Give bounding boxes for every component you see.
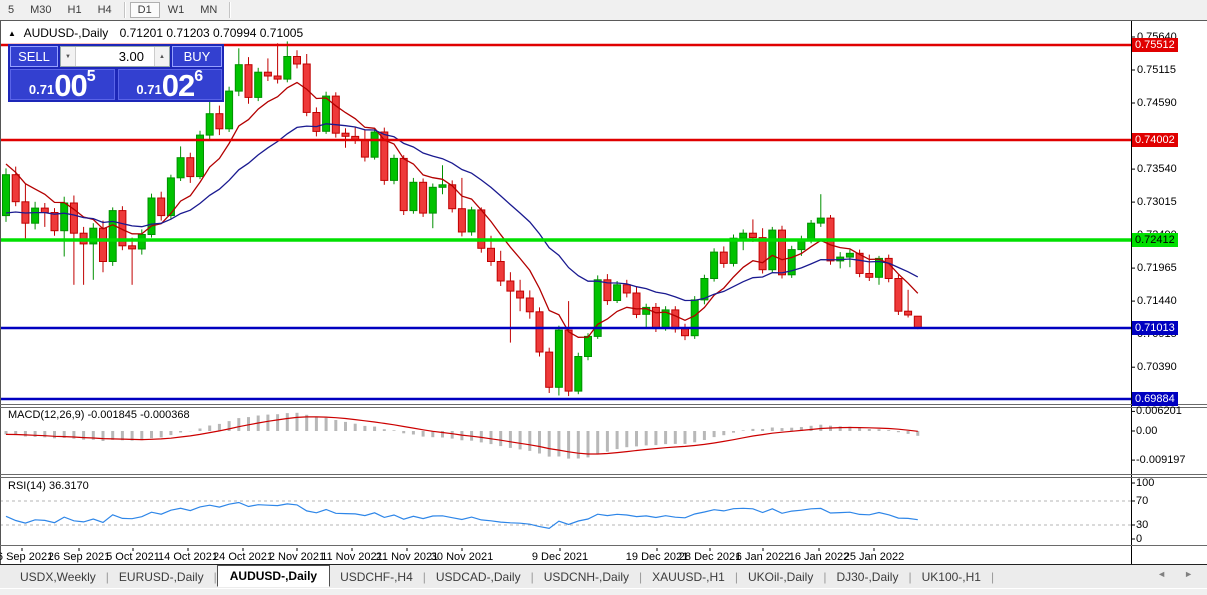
timeframe-button-mn[interactable]: MN bbox=[192, 2, 225, 18]
tab-eurusd-daily[interactable]: EURUSD-,Daily bbox=[109, 567, 214, 587]
chart-ohlc-values: 0.71201 0.71203 0.70994 0.71005 bbox=[119, 26, 304, 40]
timeframe-button-5[interactable]: 5 bbox=[0, 2, 22, 18]
volume-input[interactable]: 3.00 bbox=[76, 47, 154, 66]
chevron-down-icon: ▼ bbox=[65, 53, 71, 60]
macd-indicator-label: MACD(12,26,9) -0.001845 -0.000368 bbox=[8, 409, 190, 421]
tab-uk100-h1[interactable]: UK100-,H1 bbox=[912, 567, 991, 587]
tab-usdchf-h4[interactable]: USDCHF-,H4 bbox=[330, 567, 423, 587]
buy-button[interactable]: BUY bbox=[172, 46, 222, 67]
symbol-tabs: USDX,Weekly | EURUSD-,Daily | AUDUSD-,Daily U… bbox=[0, 564, 995, 588]
collapse-panel-arrow-icon[interactable]: ▲ bbox=[8, 29, 16, 38]
buy-price-big: 02 bbox=[161, 68, 195, 103]
chart-symbol-period: AUDUSD-,Daily bbox=[23, 26, 109, 40]
tab-usdx-weekly[interactable]: USDX,Weekly bbox=[10, 567, 106, 587]
tab-usdcnh-daily[interactable]: USDCNH-,Daily bbox=[534, 567, 639, 587]
buy-price-small: 0.71 bbox=[136, 82, 162, 97]
symbol-tab-bar: USDX,Weekly | EURUSD-,Daily | AUDUSD-,Daily U… bbox=[0, 564, 1207, 588]
timeframe-button-h4[interactable]: H4 bbox=[90, 2, 120, 18]
tab-audusd-daily[interactable]: AUDUSD-,Daily bbox=[216, 564, 331, 587]
toolbar-separator bbox=[229, 2, 232, 18]
timeframe-button-h1[interactable]: H1 bbox=[60, 2, 90, 18]
sell-price-display[interactable]: 0.71 00 5 bbox=[10, 68, 115, 103]
toolbar-separator bbox=[123, 2, 126, 18]
volume-increase-button[interactable]: ▲ bbox=[154, 47, 169, 66]
sell-price-small: 0.71 bbox=[28, 82, 55, 97]
chevron-up-icon: ▲ bbox=[159, 53, 165, 60]
sell-button[interactable]: SELL bbox=[10, 46, 58, 67]
timeframe-toolbar: 5 M30 H1 H4 D1 W1 MN bbox=[0, 0, 1207, 21]
tab-dj30-daily[interactable]: DJ30-,Daily bbox=[826, 567, 908, 587]
trading-platform-window: 5 M30 H1 H4 D1 W1 MN 0.75640 0.75115 0.74590 0.73… bbox=[0, 0, 1207, 595]
status-strip bbox=[0, 588, 1207, 595]
buy-price-display[interactable]: 0.71 02 6 bbox=[117, 68, 222, 103]
tab-scroll-left-icon[interactable]: ◄ bbox=[1157, 569, 1166, 579]
tab-scroll-arrows: ◄ ► bbox=[1157, 569, 1193, 579]
timeframe-button-w1[interactable]: W1 bbox=[160, 2, 193, 18]
one-click-trading-panel: SELL ▼ 3.00 ▲ BUY 0.71 00 5 0.71 02 6 bbox=[8, 44, 224, 102]
buy-price-sup: 6 bbox=[194, 68, 204, 85]
volume-decrease-button[interactable]: ▼ bbox=[61, 47, 76, 66]
tab-scroll-right-icon[interactable]: ► bbox=[1184, 569, 1193, 579]
tab-ukoil-daily[interactable]: UKOil-,Daily bbox=[738, 567, 823, 587]
sell-price-big: 00 bbox=[54, 68, 87, 103]
sell-price-sup: 5 bbox=[86, 68, 96, 85]
tab-xauusd-h1[interactable]: XAUUSD-,H1 bbox=[642, 567, 735, 587]
chart-title: ▲ AUDUSD-,Daily 0.71201 0.71203 0.70994 … bbox=[8, 26, 303, 40]
timeframe-button-d1[interactable]: D1 bbox=[129, 2, 160, 18]
rsi-indicator-label: RSI(14) 36.3170 bbox=[8, 480, 89, 492]
timeframe-button-m30[interactable]: M30 bbox=[22, 2, 59, 18]
volume-spinner: ▼ 3.00 ▲ bbox=[60, 46, 170, 67]
tab-separator: | bbox=[990, 569, 995, 584]
tab-usdcad-daily[interactable]: USDCAD-,Daily bbox=[426, 567, 531, 587]
